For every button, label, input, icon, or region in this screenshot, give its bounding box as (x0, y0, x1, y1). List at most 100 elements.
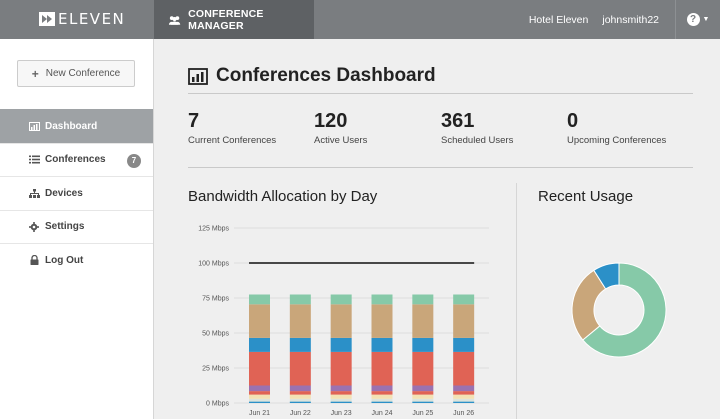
gear-icon (28, 221, 40, 232)
sidebar-item-label: Devices (45, 187, 83, 199)
bar-segment (453, 294, 475, 305)
bar-segment (289, 401, 311, 403)
sidebar-item-devices[interactable]: Devices (0, 176, 153, 210)
bar-segment (371, 294, 393, 305)
page-title-text: Conferences Dashboard (216, 65, 436, 86)
stat-value: 0 (567, 110, 579, 132)
x-tick-label: Jun 24 (371, 410, 392, 417)
list-icon (28, 155, 40, 164)
bar-segment (412, 304, 434, 338)
username-link[interactable]: johnsmith22 (602, 14, 659, 26)
bar-segment (412, 391, 434, 395)
bar-segment (453, 398, 475, 402)
plus-icon: + (31, 66, 39, 81)
bar-segment (412, 401, 434, 403)
stat-label: Scheduled Users (441, 135, 514, 146)
bar-segment (371, 398, 393, 402)
page-title: Conferences Dashboard (188, 65, 436, 87)
logo-text: ELEVEN (58, 10, 126, 28)
stat-label: Current Conferences (188, 135, 277, 146)
bar-segment (289, 394, 311, 399)
bar-segment (249, 304, 270, 338)
main-content: Conferences Dashboard 7 Current Conferen… (154, 39, 720, 419)
sidebar-nav: Dashboard Conferences 7 Devices Settings (0, 109, 153, 277)
bar-segment (330, 391, 352, 395)
bar-segment (330, 337, 352, 352)
bar-segment (330, 398, 352, 402)
top-bar: ELEVEN CONFERENCE MANAGER Hotel Eleven j… (0, 0, 720, 39)
bar-chart-icon (28, 121, 40, 131)
y-tick-label: 25 Mbps (202, 366, 229, 373)
bar-segment (249, 394, 270, 399)
recent-usage-chart (571, 262, 667, 358)
conference-manager-menu[interactable]: CONFERENCE MANAGER (154, 0, 314, 39)
bar-segment (453, 385, 475, 392)
recent-usage-title: Recent Usage (538, 188, 634, 205)
sidebar-item-label: Log Out (45, 254, 84, 266)
sidebar-item-conferences[interactable]: Conferences 7 (0, 142, 153, 177)
bar-segment (289, 294, 311, 305)
bar-segment (249, 401, 270, 403)
x-tick-label: Jun 22 (290, 410, 311, 417)
sitemap-icon (28, 188, 40, 198)
sidebar-item-settings[interactable]: Settings (0, 209, 153, 244)
sidebar-item-label: Conferences (45, 154, 106, 166)
y-tick-label: 0 Mbps (206, 401, 229, 408)
y-tick-label: 125 Mbps (198, 226, 229, 233)
bar-segment (289, 337, 311, 352)
bar-segment (453, 391, 475, 395)
bar-segment (412, 351, 434, 386)
hotel-name[interactable]: Hotel Eleven (529, 14, 589, 26)
bar-segment (453, 304, 475, 338)
bar-segment (289, 304, 311, 338)
bar-segment (371, 401, 393, 403)
bar-segment (289, 385, 311, 392)
stat-scheduled-users: 361 Scheduled Users (441, 110, 513, 146)
bar-segment (330, 304, 352, 338)
bar-segment (412, 398, 434, 402)
stat-label: Active Users (314, 135, 368, 146)
panel-divider (516, 183, 517, 419)
help-menu-button[interactable]: ? ▼ (675, 0, 720, 39)
sidebar-item-label: Dashboard (45, 120, 98, 132)
bar-segment (330, 394, 352, 399)
bar-segment (371, 391, 393, 395)
bar-segment (371, 385, 393, 392)
bar-segment (289, 398, 311, 402)
users-icon (168, 15, 181, 25)
bar-segment (371, 304, 393, 338)
new-conference-button[interactable]: + New Conference (17, 60, 135, 87)
sidebar-item-label: Settings (45, 221, 85, 233)
bar-segment (453, 401, 475, 403)
x-tick-label: Jun 26 (453, 410, 474, 417)
bar-segment (371, 337, 393, 352)
bar-segment (330, 351, 352, 386)
bar-segment (249, 294, 270, 305)
stat-current-conferences: 7 Current Conferences (188, 110, 276, 146)
bar-segment (453, 337, 475, 352)
sidebar-item-log-out[interactable]: Log Out (0, 243, 153, 277)
bandwidth-chart-title: Bandwidth Allocation by Day (188, 188, 378, 205)
sidebar-item-dashboard[interactable]: Dashboard (0, 109, 153, 143)
logo-mark-icon (39, 12, 55, 26)
divider (188, 167, 693, 168)
bar-segment (412, 394, 434, 399)
bar-segment (453, 394, 475, 399)
sidebar: + New Conference Dashboard Conferences 7… (0, 39, 154, 419)
chevron-down-icon: ▼ (702, 16, 710, 23)
stat-upcoming-conferences: 0 Upcoming Conferences (567, 110, 666, 146)
x-tick-label: Jun 21 (249, 410, 270, 417)
bar-chart-icon (188, 67, 208, 85)
bar-segment (249, 351, 270, 386)
bar-segment (289, 391, 311, 395)
y-tick-label: 50 Mbps (202, 331, 229, 338)
conferences-count-badge: 7 (127, 153, 141, 168)
bar-segment (249, 385, 270, 392)
stat-value: 120 (314, 110, 348, 132)
bar-segment (249, 337, 270, 352)
stat-value: 361 (441, 110, 475, 132)
bar-segment (330, 385, 352, 392)
x-tick-label: Jun 23 (331, 410, 352, 417)
eleven-logo[interactable]: ELEVEN (38, 10, 125, 28)
bar-segment (412, 294, 434, 305)
